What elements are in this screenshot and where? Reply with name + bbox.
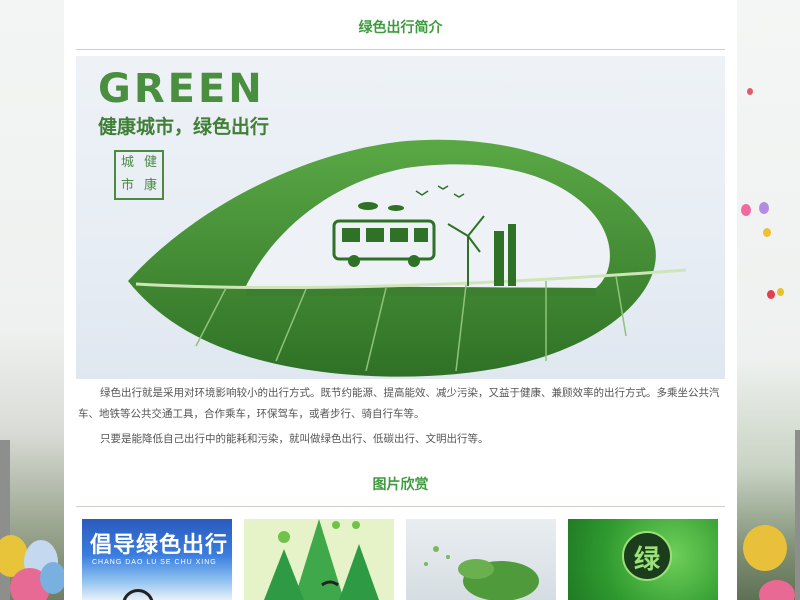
balloon bbox=[40, 562, 64, 594]
balloon bbox=[741, 204, 751, 216]
intro-title: 绿色出行简介 bbox=[358, 19, 443, 35]
gallery-title: 图片欣赏 bbox=[372, 476, 429, 492]
hero-headline: GREEN bbox=[98, 66, 265, 112]
thumbnail-1-pinyin: CHANG DAO LU SE CHU XING bbox=[92, 559, 217, 566]
gallery-thumbnail-1[interactable]: 倡导绿色出行 CHANG DAO LU SE CHU XING bbox=[82, 519, 232, 600]
gallery-thumbnail-4[interactable]: 绿 bbox=[568, 519, 718, 600]
background-right bbox=[737, 0, 800, 600]
thumbnail-4-char: 绿 bbox=[633, 545, 660, 575]
seal-char: 健 bbox=[143, 155, 157, 170]
balloon bbox=[759, 202, 769, 214]
bicycle-icon bbox=[122, 589, 154, 600]
seal-char: 城 bbox=[120, 155, 134, 170]
leaf-runner-illustration bbox=[424, 546, 539, 600]
gallery-divider bbox=[76, 506, 725, 507]
seal-char: 市 bbox=[120, 178, 134, 193]
hero-image: GREEN 健康城市，绿色出行 城 健 市 康 bbox=[76, 56, 725, 379]
gallery-thumbnail-2[interactable] bbox=[244, 519, 394, 600]
balloon bbox=[747, 88, 753, 95]
main-content: 绿色出行简介 GREEN 健康城市，绿色出行 城 健 市 康 绿色出行就是采用对… bbox=[64, 0, 737, 600]
thumbnail-1-title: 倡导绿色出行 bbox=[90, 533, 229, 558]
balloon bbox=[763, 228, 771, 237]
balloon bbox=[767, 290, 775, 299]
intro-paragraph-2: 只要是能降低自己出行中的能耗和污染，就叫做绿色出行、低碳出行、文明出行等。 bbox=[100, 433, 489, 445]
balloon bbox=[777, 288, 784, 296]
seal-stamp: 城 健 市 康 bbox=[114, 150, 164, 200]
background-left bbox=[0, 0, 64, 600]
background-tower bbox=[795, 430, 800, 600]
intro-paragraph-1: 绿色出行就是采用对环境影响较小的出行方式。既节约能源、提高能效、减少污染，又益于… bbox=[78, 387, 720, 420]
balloon bbox=[759, 580, 795, 600]
balloon bbox=[743, 525, 787, 571]
trees-illustration bbox=[264, 519, 379, 600]
hero-subline: 健康城市，绿色出行 bbox=[98, 116, 270, 138]
seal-char: 康 bbox=[143, 178, 157, 193]
gallery-thumbnail-3[interactable] bbox=[406, 519, 556, 600]
intro-divider bbox=[76, 49, 725, 50]
